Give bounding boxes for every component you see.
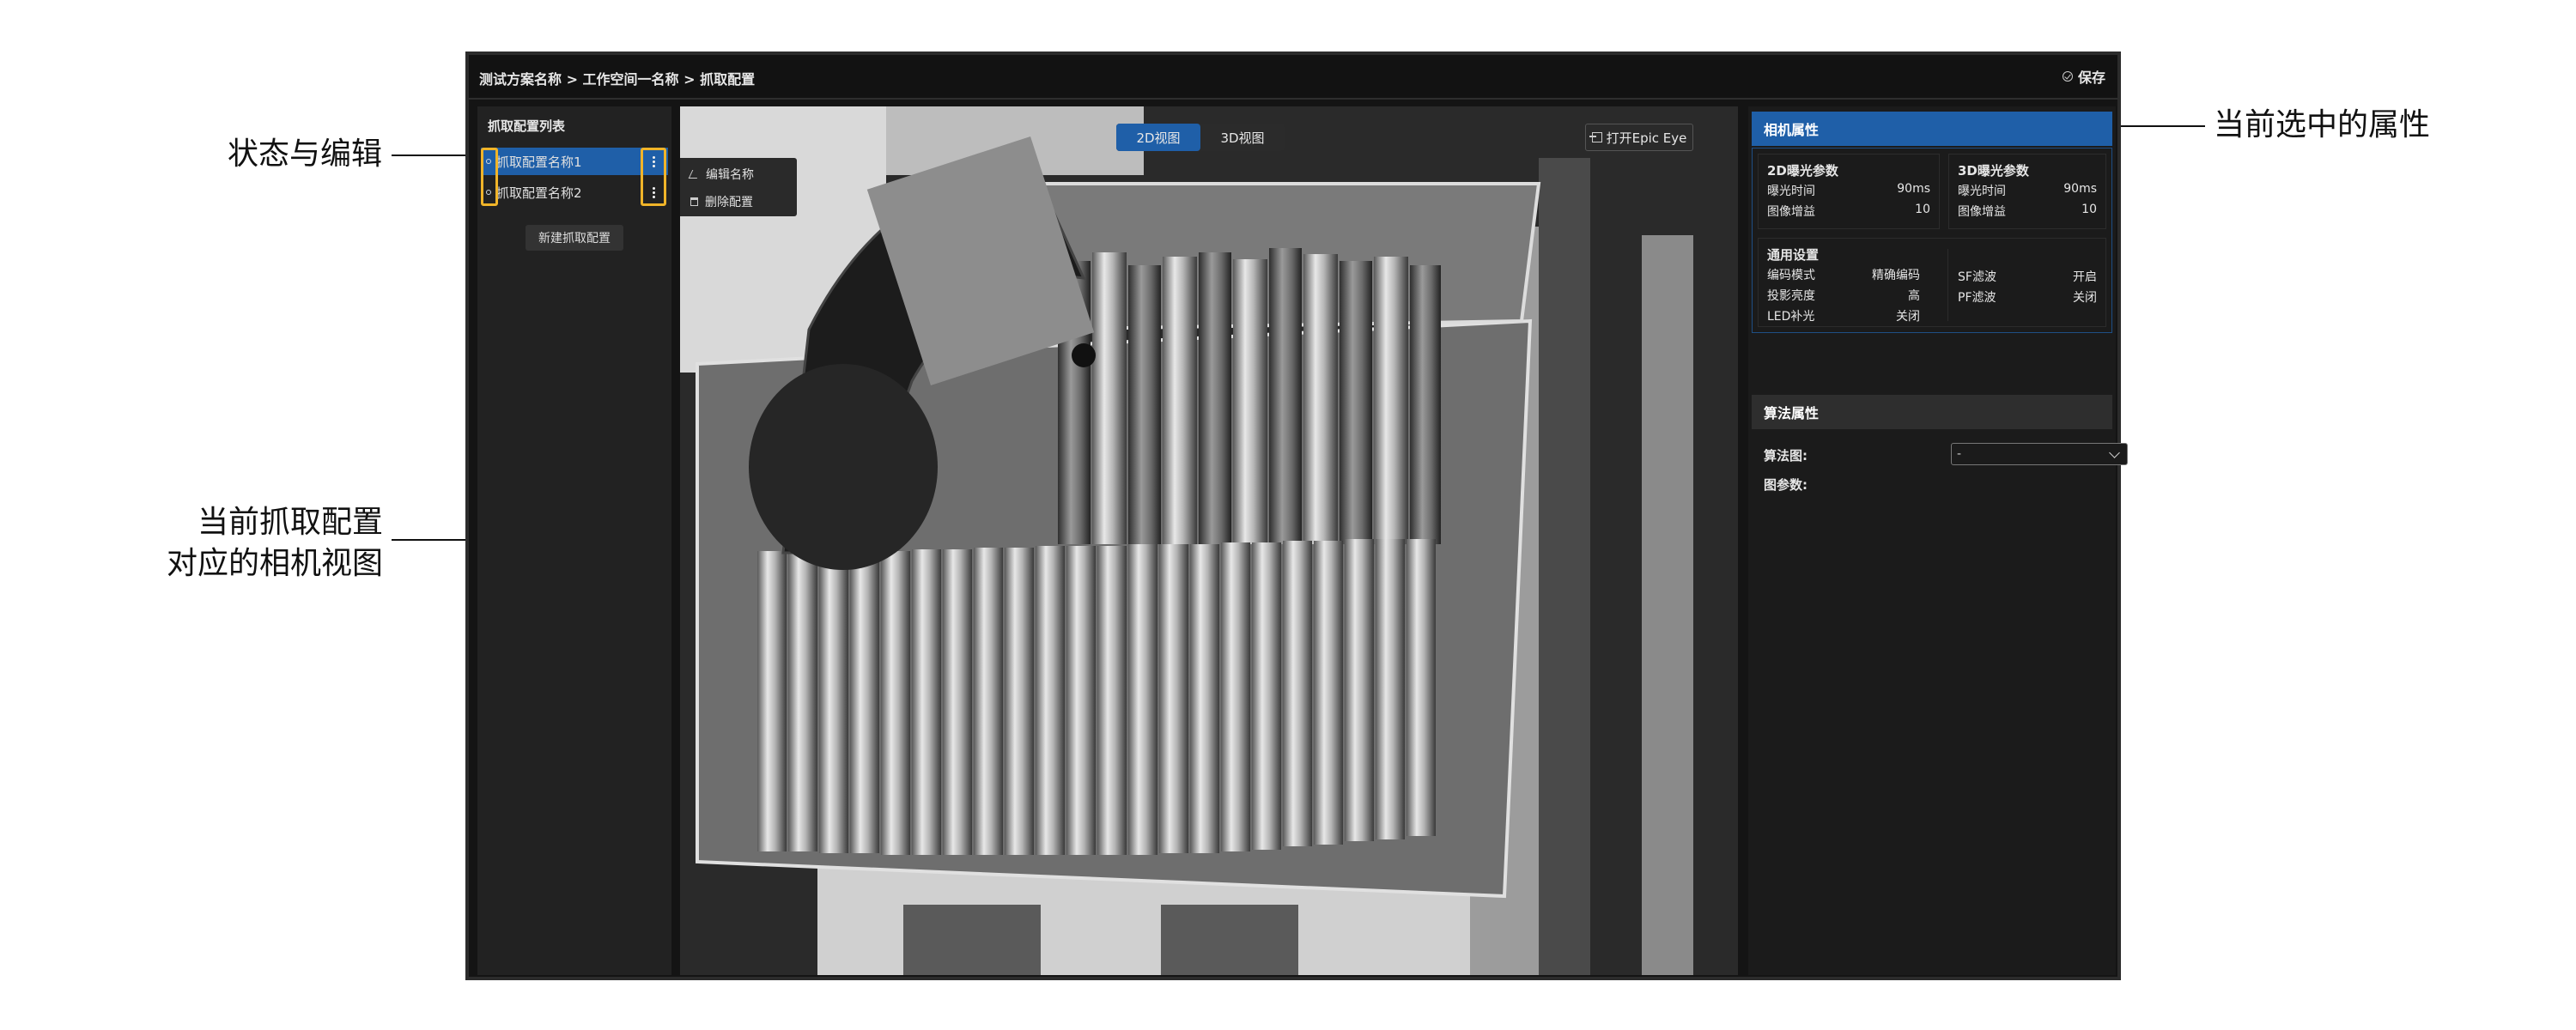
param-label: LED补光 [1767,310,1815,324]
param-value: 开启 [2073,270,2097,284]
param-value: 90ms [1897,182,1930,196]
param-label: PF滤波 [1958,291,1996,305]
annotation-status-edit: 状态与编辑 [228,136,383,172]
param-row: 曝光时间 90ms [1958,182,2097,199]
params-3d-title: 3D曝光参数 [1958,163,2029,179]
algo-graph-select[interactable]: - [1951,443,2128,465]
param-row: 编码模式 精确编码 [1767,266,1920,283]
save-label: 保存 [2077,70,2105,86]
param-label: 曝光时间 [1767,185,1815,198]
chevron-down-icon [2109,447,2120,458]
param-value: 关闭 [1896,310,1920,324]
param-row: 投影亮度 高 [1767,287,1920,304]
param-row: SF滤波 开启 [1958,268,2097,285]
view-toggle: 2D视图 3D视图 [1116,124,1285,151]
pencil-icon [688,170,702,179]
config-list-title: 抓取配置列表 [488,118,566,134]
divider [1947,249,1948,321]
annotation-camera-view-line2: 对应的相机视图 [166,546,383,581]
status-highlight-box [481,148,498,206]
general-settings-box: 通用设置 编码模式 精确编码 投影亮度 高 LED补光 关闭 SF滤波 开启 P… [1758,238,2106,327]
param-row: PF滤波 关闭 [1958,288,2097,306]
app-window: 测试方案名称 > 工作空间一名称 > 抓取配置 保存 抓取配置列表 抓取配置名称… [465,52,2128,980]
menu-item-delete-config[interactable]: 删除配置 [690,189,753,215]
save-button[interactable]: 保存 [2062,66,2105,87]
param-label: 图像增益 [1767,205,1815,219]
param-value: 精确编码 [1872,269,1920,282]
trash-icon [690,197,698,206]
tab-2d-view[interactable]: 2D视图 [1116,124,1200,151]
properties-panel: 相机属性 2D曝光参数 曝光时间 90ms 图像增益 10 3D曝光参数 曝光时… [1748,106,2128,975]
param-label: 曝光时间 [1958,185,2006,198]
param-label: 投影亮度 [1767,289,1815,303]
context-menu: 编辑名称 删除配置 [680,158,797,216]
open-epic-eye-label: 打开Epic Eye [1606,130,1687,146]
param-row: LED补光 关闭 [1767,307,1920,324]
open-epic-eye-button[interactable]: 打开Epic Eye [1585,124,1693,151]
config-list-panel: 抓取配置列表 抓取配置名称1 抓取配置名称2 新建抓取配置 [477,106,671,975]
algo-graph-label: 算法图: [1764,448,1807,464]
param-label: SF滤波 [1958,270,1996,284]
camera-view[interactable]: 2D视图 3D视图 打开Epic Eye 编辑名称 删除配置 [680,106,1738,975]
param-value: 10 [2081,203,2097,216]
check-circle-icon [2062,71,2073,82]
param-label: 图像增益 [1958,205,2006,219]
camera-properties-header[interactable]: 相机属性 [1752,112,2112,146]
param-value: 90ms [2063,182,2097,196]
algorithm-properties-header[interactable]: 算法属性 [1752,395,2112,429]
param-value: 关闭 [2073,291,2097,305]
camera-properties-body: 2D曝光参数 曝光时间 90ms 图像增益 10 3D曝光参数 曝光时间 90m… [1752,148,2112,333]
annotation-selected-props: 当前选中的属性 [2214,107,2431,142]
camera-image [680,106,1738,975]
params-3d-box: 3D曝光参数 曝光时间 90ms 图像增益 10 [1948,154,2106,229]
tab-3d-view[interactable]: 3D视图 [1200,124,1285,151]
edit-highlight-box [641,148,666,206]
algo-graph-value: - [1957,447,1962,461]
param-row: 曝光时间 90ms [1767,182,1930,199]
param-value: 10 [1915,203,1930,216]
annotation-line-status [392,154,471,156]
breadcrumb[interactable]: 测试方案名称 > 工作空间一名称 > 抓取配置 [479,68,755,88]
param-label: 编码模式 [1767,269,1815,282]
annotation-line-props [2121,125,2205,127]
menu-item-label: 编辑名称 [706,168,754,182]
param-row: 图像增益 10 [1958,203,2097,220]
param-value: 高 [1908,289,1920,303]
open-external-icon [1589,132,1602,142]
new-config-button[interactable]: 新建抓取配置 [526,225,623,251]
menu-item-edit-name[interactable]: 编辑名称 [688,161,754,187]
params-2d-title: 2D曝光参数 [1767,163,1838,179]
menu-item-label: 删除配置 [705,196,753,209]
top-bar: 测试方案名称 > 工作空间一名称 > 抓取配置 保存 [469,55,2117,100]
graph-params-label: 图参数: [1764,477,1807,493]
params-2d-box: 2D曝光参数 曝光时间 90ms 图像增益 10 [1758,154,1940,229]
annotation-camera-view-line1: 当前抓取配置 [197,505,384,540]
param-row: 图像增益 10 [1767,203,1930,220]
general-settings-title: 通用设置 [1767,247,1820,263]
